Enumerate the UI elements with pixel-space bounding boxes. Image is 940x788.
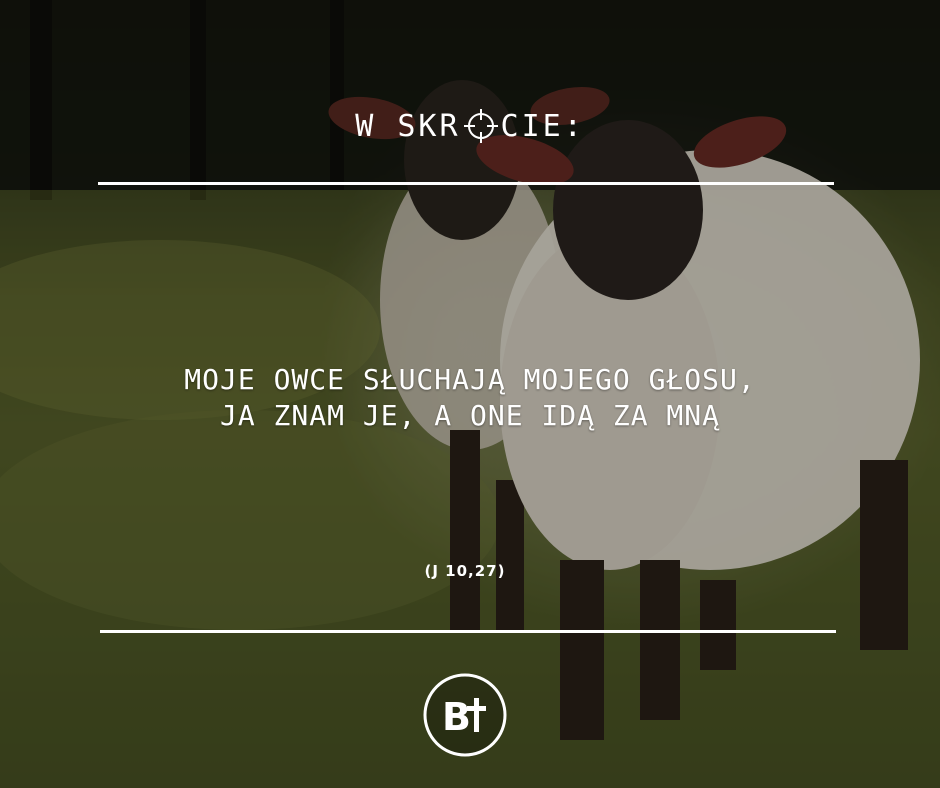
quote-text: MOJE OWCE SŁUCHAJĄ MOJEGO GŁOSU, JA ZNAM… xyxy=(0,362,940,434)
divider-bottom xyxy=(100,630,836,633)
image-canvas: W SKR CIE: MOJE OWCE SŁUCHAJĄ MOJEGO GŁO… xyxy=(0,0,940,788)
quote-line-1: MOJE OWCE SŁUCHAJĄ MOJEGO GŁOSU, xyxy=(184,363,756,396)
bible-reference: (J 10,27) xyxy=(424,562,506,580)
crosshair-icon xyxy=(463,109,498,143)
title-text-right: CIE: xyxy=(500,108,585,144)
logo-badge: B xyxy=(423,673,507,757)
title-text-left: W SKR xyxy=(355,108,461,144)
logo-letter: B xyxy=(442,695,471,739)
header-title: W SKR CIE: xyxy=(0,108,940,144)
divider-top xyxy=(98,182,834,185)
quote-line-2: JA ZNAM JE, A ONE IDĄ ZA MNĄ xyxy=(219,399,720,432)
